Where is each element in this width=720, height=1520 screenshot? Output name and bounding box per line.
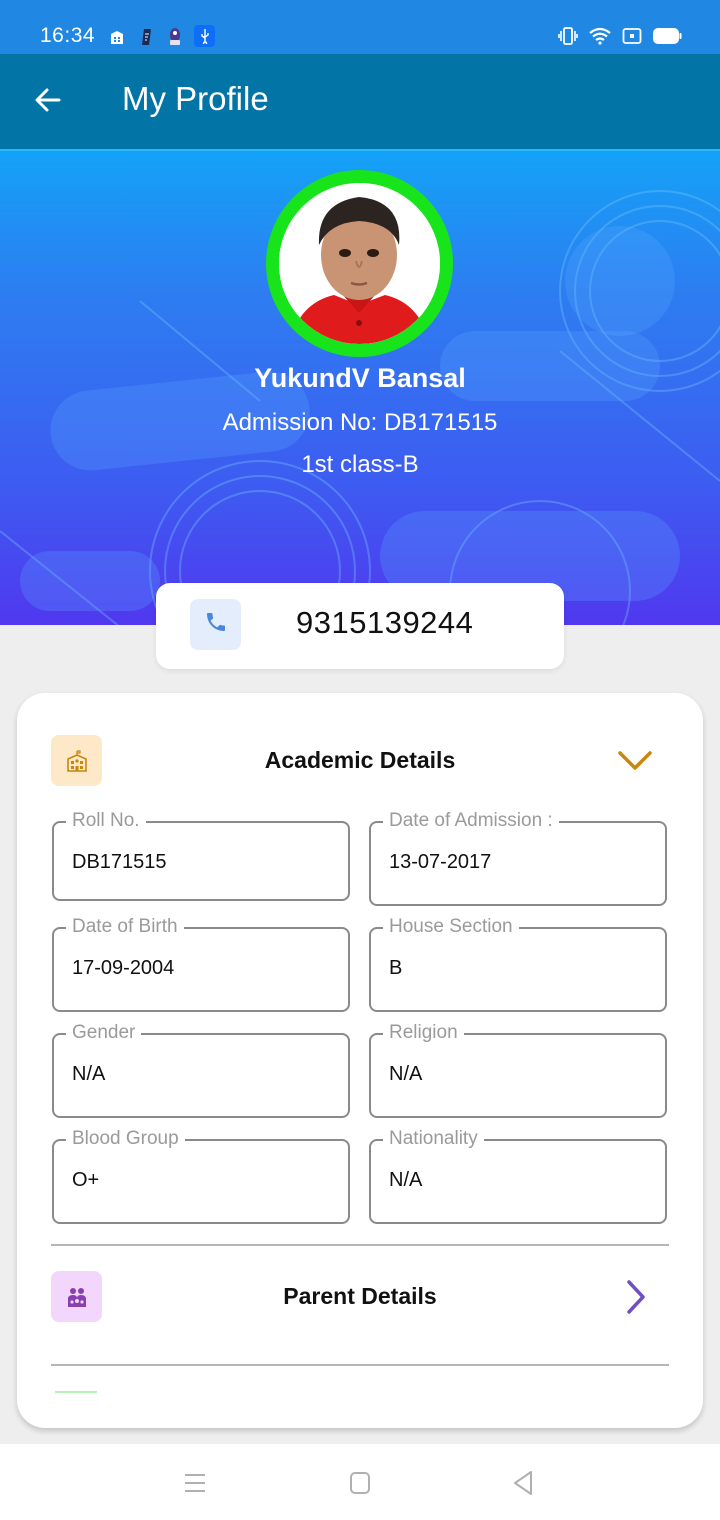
admission-number: Admission No: DB171515: [222, 409, 498, 436]
field-label: Religion: [383, 1021, 464, 1045]
home-icon[interactable]: [345, 1468, 375, 1498]
field-value: N/A: [389, 1169, 423, 1191]
usb-icon: [194, 25, 215, 47]
field-label: Date of Admission :: [383, 809, 559, 833]
academic-details-header[interactable]: Academic Details: [17, 735, 703, 805]
sim-card-icon: [138, 27, 156, 47]
field-value: B: [389, 957, 403, 979]
roll-number-field: Roll No. DB171515: [52, 809, 350, 901]
page-title: My Profile: [122, 80, 269, 117]
chevron-right-icon[interactable]: [615, 1279, 655, 1315]
battery-icon: [652, 27, 682, 50]
field-value: O+: [72, 1169, 100, 1191]
house-section-field: House Section B: [369, 915, 667, 1012]
parent-details-title: Parent Details: [283, 1283, 437, 1309]
avatar-ring: [266, 170, 453, 357]
field-value: DB171515: [72, 851, 167, 873]
details-card: Academic Details Roll No. DB171515 Date …: [17, 693, 703, 1428]
arrow-left-icon: [33, 85, 63, 120]
field-label: Roll No.: [66, 809, 146, 833]
field-label: Date of Birth: [66, 915, 184, 939]
field-value: 17-09-2004: [72, 957, 175, 979]
notification-app-icon: [166, 27, 184, 47]
academic-details-title: Academic Details: [264, 747, 456, 773]
field-label: Gender: [66, 1021, 142, 1045]
menu-icon[interactable]: [180, 1468, 210, 1498]
gender-field: Gender N/A: [52, 1021, 350, 1118]
profile-screen: 16:34 My Profile YukundV Bansal Admissio…: [0, 0, 720, 1520]
section-divider: [51, 1364, 669, 1366]
back-button[interactable]: [30, 84, 66, 120]
next-section-icon-edge: [55, 1391, 97, 1393]
field-label: Blood Group: [66, 1127, 185, 1151]
status-time: 16:34: [40, 24, 96, 47]
app-bar: My Profile: [0, 54, 720, 149]
phone-number: 9315139244: [296, 605, 474, 640]
student-name: YukundV Bansal: [254, 363, 466, 393]
avatar[interactable]: [279, 183, 440, 344]
wifi-icon: [588, 26, 612, 51]
system-nav-bar: [0, 1444, 720, 1520]
back-icon[interactable]: [508, 1468, 538, 1498]
field-value: 13-07-2017: [389, 851, 492, 873]
phone-card[interactable]: 9315139244: [156, 583, 564, 669]
blood-group-field: Blood Group O+: [52, 1127, 350, 1224]
date-of-birth-field: Date of Birth 17-09-2004: [52, 915, 350, 1012]
phone-icon-box: [190, 599, 241, 650]
nationality-field: Nationality N/A: [369, 1127, 667, 1224]
field-label: House Section: [383, 915, 519, 939]
field-value: N/A: [389, 1063, 423, 1085]
field-value: N/A: [72, 1063, 106, 1085]
parent-details-header[interactable]: Parent Details: [17, 1271, 703, 1341]
field-label: Nationality: [383, 1127, 484, 1151]
student-photo: [279, 183, 440, 344]
profile-header: YukundV Bansal Admission No: DB171515 1s…: [0, 149, 720, 625]
date-of-admission-field: Date of Admission : 13-07-2017: [369, 809, 667, 906]
chevron-down-icon[interactable]: [615, 743, 655, 779]
phone-icon: [204, 610, 228, 639]
hospital-icon: [108, 27, 126, 47]
vibrate-icon: [558, 26, 578, 51]
section-divider: [51, 1244, 669, 1246]
status-bar: 16:34: [0, 0, 720, 54]
religion-field: Religion N/A: [369, 1021, 667, 1118]
sim-icon: [622, 27, 642, 50]
class-section: 1st class-B: [301, 451, 419, 478]
